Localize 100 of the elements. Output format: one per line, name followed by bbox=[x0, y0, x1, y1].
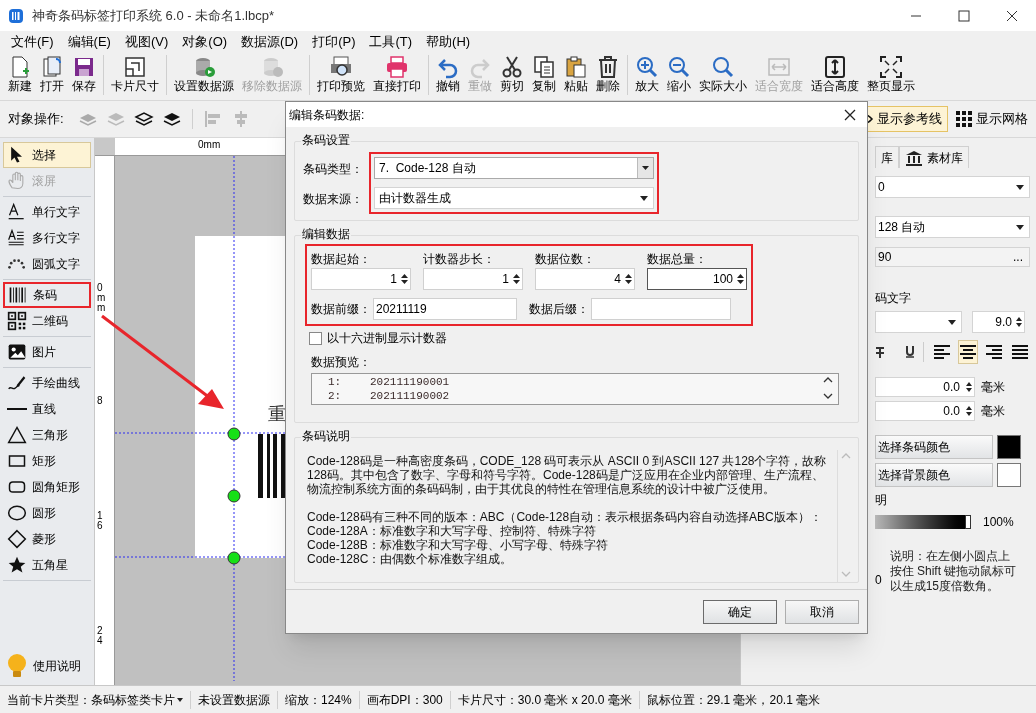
ruler-label: 0mm bbox=[198, 139, 221, 151]
number-spinner[interactable]: 1 bbox=[311, 268, 411, 290]
dropdown-arrow-icon bbox=[1016, 184, 1024, 190]
data-source-dropdown[interactable]: 由计数器生成 bbox=[374, 187, 654, 209]
number-spinner[interactable]: 1 bbox=[423, 268, 523, 290]
dialog-button[interactable]: 取消 bbox=[785, 599, 859, 624]
dialog-title: 编辑条码数据: bbox=[289, 106, 366, 123]
help-button[interactable]: 使用说明 bbox=[3, 651, 91, 681]
tool-button[interactable]: 菱形 bbox=[3, 526, 91, 552]
toolbar-button[interactable]: 实际大小 bbox=[695, 55, 751, 93]
object-ops-label: 对象操作: bbox=[8, 110, 64, 129]
dropdown-button[interactable] bbox=[637, 158, 653, 178]
color-picker-button[interactable]: 选择背景颜色 bbox=[875, 463, 993, 487]
light-bulb-icon bbox=[6, 653, 28, 679]
menu-item[interactable]: 视图(V) bbox=[117, 32, 176, 52]
align-left-icon bbox=[932, 344, 951, 360]
tool-button[interactable]: 二维码 bbox=[3, 308, 91, 334]
checkbox[interactable] bbox=[309, 331, 322, 345]
field-label: 数据总量： bbox=[647, 251, 708, 268]
tool-button[interactable]: 多行文字 bbox=[3, 225, 91, 251]
toolbar-button[interactable]: 剪切 bbox=[496, 55, 528, 93]
star-icon bbox=[7, 555, 27, 575]
tool-button[interactable]: 圆形 bbox=[3, 500, 91, 526]
number-spinner[interactable]: 4 bbox=[535, 268, 635, 290]
number-spinner[interactable]: 100 bbox=[647, 268, 747, 290]
toolbar-button[interactable]: 保存 bbox=[68, 55, 100, 93]
tool-button[interactable]: 单行文字 bbox=[3, 199, 91, 225]
toolbar-button[interactable]: 打开 bbox=[36, 55, 68, 93]
align-button[interactable] bbox=[957, 340, 978, 364]
text-lines-icon bbox=[7, 228, 27, 248]
spinner-arrows-icon bbox=[513, 273, 520, 285]
barcode-type-dropdown[interactable]: 7. Code-128 自动 bbox=[374, 157, 654, 179]
prefix-field[interactable]: 20211119 bbox=[373, 298, 517, 320]
tool-button[interactable]: 直线 bbox=[3, 396, 91, 422]
resize-handle[interactable] bbox=[227, 551, 241, 565]
fit-page-icon bbox=[879, 55, 903, 79]
ellipsis-button[interactable]: ... bbox=[1013, 248, 1023, 266]
group-title: 条码说明 bbox=[301, 428, 351, 444]
tool-button[interactable]: 手绘曲线 bbox=[3, 370, 91, 396]
menu-item[interactable]: 帮助(H) bbox=[419, 32, 478, 52]
tool-button[interactable]: 图片 bbox=[3, 339, 91, 365]
dropdown-field[interactable]: 128 自动 bbox=[875, 216, 1030, 238]
suffix-field[interactable] bbox=[591, 298, 731, 320]
zoom-in-icon bbox=[635, 55, 659, 79]
toolbar-button[interactable]: 卡片尺寸 bbox=[107, 55, 163, 93]
toolbar-button[interactable]: 删除 bbox=[592, 55, 624, 93]
toolbar-button[interactable]: 整页显示 bbox=[863, 55, 919, 93]
toolbar-button[interactable]: 复制 bbox=[528, 55, 560, 93]
window-title: 神奇条码标签打印系统 6.0 - 未命名1.lbcp* bbox=[32, 6, 274, 25]
dropdown-arrow-icon bbox=[640, 195, 648, 201]
dialog-button[interactable]: 确定 bbox=[703, 599, 777, 624]
slider-thumb[interactable] bbox=[965, 515, 971, 529]
field-label: 数据预览： bbox=[311, 354, 372, 370]
toolbar-button[interactable]: 撤销 bbox=[432, 55, 464, 93]
panel-tab[interactable]: 库 bbox=[875, 146, 899, 168]
field-label: 计数器步长： bbox=[423, 251, 496, 268]
status-item: 卡片尺寸：30.0 毫米 x 20.0 毫米 bbox=[456, 691, 633, 709]
toolbar-button[interactable]: 直接打印 bbox=[369, 55, 425, 93]
opacity-slider[interactable] bbox=[875, 515, 971, 529]
toolbar-button[interactable]: 新建 bbox=[4, 55, 36, 93]
image-icon bbox=[7, 342, 27, 362]
menu-item[interactable]: 对象(O) bbox=[175, 32, 235, 52]
offset-field[interactable]: 0.0 bbox=[875, 377, 975, 397]
menu-item[interactable]: 工具(T) bbox=[362, 32, 420, 52]
toolbar-button[interactable]: 粘贴 bbox=[560, 55, 592, 93]
resize-handle[interactable] bbox=[227, 489, 241, 503]
toolbar-button[interactable]: 缩小 bbox=[663, 55, 695, 93]
dropdown-arrow-icon bbox=[948, 319, 956, 325]
toolbar-button[interactable]: 适合高度 bbox=[807, 55, 863, 93]
tool-button[interactable]: 圆角矩形 bbox=[3, 474, 91, 500]
menu-item[interactable]: 编辑(E) bbox=[60, 32, 118, 52]
opacity-reading: 100% bbox=[983, 514, 1014, 531]
menu-item[interactable]: 数据源(D) bbox=[234, 32, 306, 52]
field-label: 数据位数： bbox=[535, 251, 596, 268]
menu-item[interactable]: 文件(F) bbox=[4, 32, 61, 52]
offset-field[interactable]: 0.0 bbox=[875, 401, 975, 421]
tool-button[interactable]: 矩形 bbox=[3, 448, 91, 474]
description-line: Code-128B：标准数字和大写字母、小写字母、特殊字符 bbox=[307, 538, 609, 552]
tool-button[interactable]: 选择 bbox=[3, 142, 91, 168]
tool-button[interactable]: 圆弧文字 bbox=[3, 251, 91, 277]
field-label: 数据起始： bbox=[311, 251, 372, 268]
align-center-icon bbox=[958, 344, 977, 360]
description-line: Code-128码有三种不同的版本：ABC（Code-128自动：表示根据条码内容自动选择ABC版本）： bbox=[307, 510, 823, 524]
barcode-drawing bbox=[258, 434, 288, 498]
font-size-field[interactable]: 9.0 bbox=[972, 311, 1025, 333]
dropdown-field[interactable]: 0 bbox=[875, 176, 1030, 198]
tool-button[interactable]: 三角形 bbox=[3, 422, 91, 448]
menu-item[interactable]: 打印(P) bbox=[305, 32, 363, 52]
panel-tab[interactable]: 素材库 bbox=[899, 146, 969, 168]
tool-button[interactable]: 条码 bbox=[3, 282, 91, 308]
group-title: 条码设置 bbox=[301, 132, 351, 148]
toggle-button[interactable]: 显示网格 bbox=[950, 106, 1034, 132]
toolbar-button[interactable]: 打印预览 bbox=[313, 55, 369, 93]
card-type-dropdown[interactable]: 当前卡片类型：条码标签类卡片 bbox=[0, 690, 190, 709]
data-field[interactable]: 90 ... bbox=[875, 247, 1030, 267]
toolbar-button[interactable]: 放大 bbox=[631, 55, 663, 93]
color-picker-button[interactable]: 选择条码颜色 bbox=[875, 435, 993, 459]
resize-handle[interactable] bbox=[227, 427, 241, 441]
tool-button[interactable]: 五角星 bbox=[3, 552, 91, 578]
toolbar-button[interactable]: 设置数据源 bbox=[170, 55, 238, 93]
